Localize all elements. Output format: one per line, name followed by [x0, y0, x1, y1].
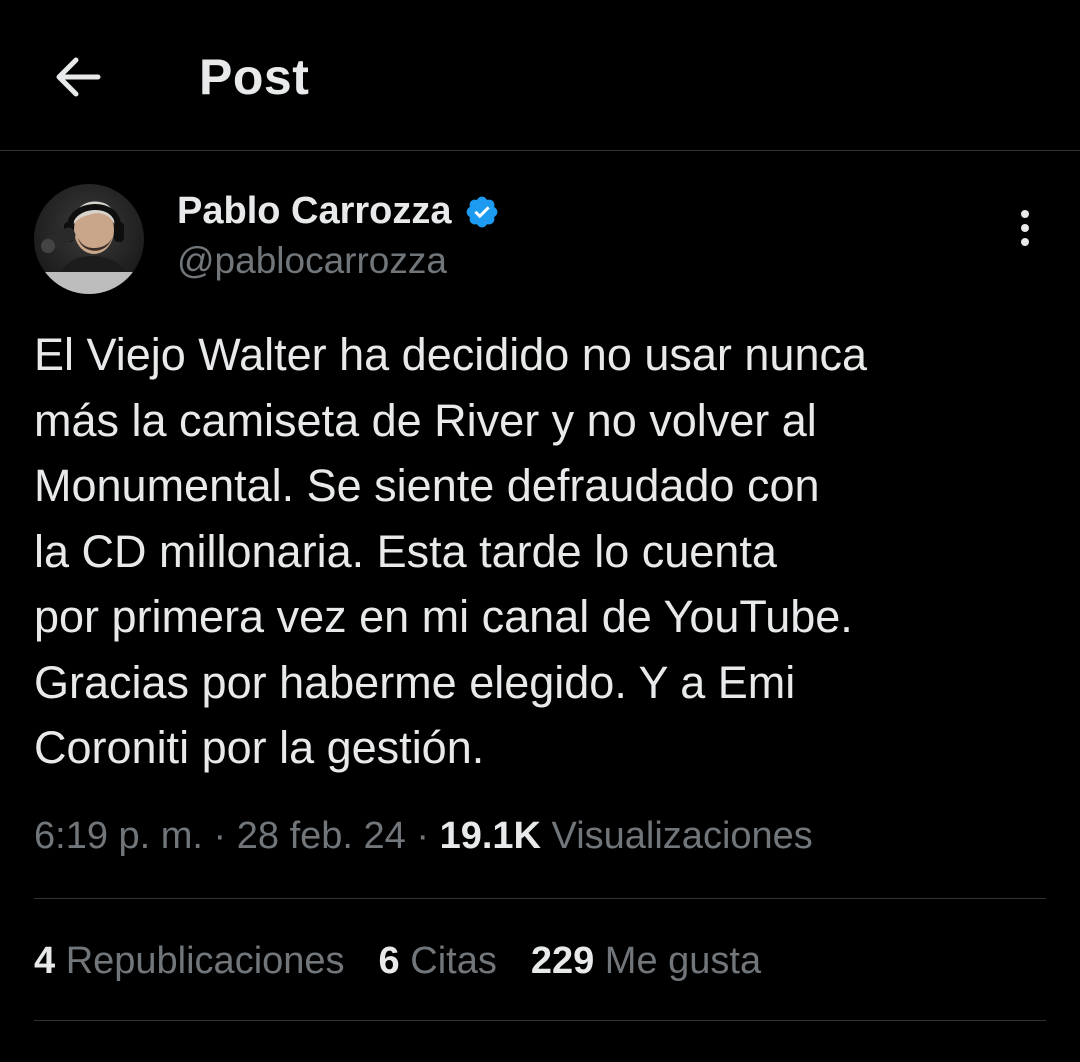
post-time[interactable]: 6:19 p. m.	[34, 815, 203, 857]
quotes-stat[interactable]: 6 Citas	[379, 940, 497, 983]
quotes-label: Citas	[399, 940, 497, 982]
quotes-count: 6	[378, 940, 400, 982]
arrow-left-icon	[56, 57, 101, 97]
back-button[interactable]	[44, 44, 110, 110]
top-bar: Post	[0, 0, 1080, 151]
more-options-button[interactable]	[1000, 200, 1050, 256]
likes-count: 229	[530, 940, 595, 982]
views-label[interactable]: Visualizaciones	[541, 815, 813, 857]
reposts-count: 4	[34, 940, 56, 982]
meta-separator: ·	[202, 815, 237, 857]
post-text-line: por primera vez en mi canal de YouTube.	[34, 591, 853, 642]
post-text-line: Monumental. Se siente defraudado con	[34, 460, 820, 511]
views-count[interactable]: 19.1K	[440, 815, 541, 857]
post-text: El Viejo Walter ha decidido no usar nunc…	[34, 322, 1044, 781]
engagement-stats: 4 Republicaciones 6 Citas 229 Me gusta	[34, 940, 795, 983]
likes-label: Me gusta	[594, 940, 762, 982]
page-title: Post	[199, 49, 310, 105]
meta-separator: ·	[405, 815, 440, 857]
post-date[interactable]: 28 feb. 24	[237, 815, 406, 857]
post-text-line: Gracias por haberme elegido. Y a Emi	[34, 656, 796, 708]
author-handle[interactable]: @pablocarrozza	[177, 240, 447, 282]
avatar[interactable]	[34, 184, 144, 294]
author-name-row[interactable]: Pablo Carrozza	[177, 190, 500, 233]
divider	[34, 898, 1046, 899]
post-text-line: El Viejo Walter ha decidido no usar nunc…	[34, 329, 868, 380]
author-name[interactable]: Pablo Carrozza	[177, 190, 452, 233]
more-vertical-icon	[1021, 210, 1029, 246]
verified-badge-icon	[464, 194, 500, 230]
reposts-label: Republicaciones	[55, 940, 345, 982]
post-text-line: más la camiseta de River y no volver al	[34, 394, 817, 446]
post-text-line: la CD millonaria. Esta tarde lo cuenta	[34, 525, 777, 577]
reposts-stat[interactable]: 4 Republicaciones	[34, 940, 345, 983]
post-meta: 6:19 p. m. · 28 feb. 24 · 19.1K Visualiz…	[34, 815, 813, 858]
likes-stat[interactable]: 229 Me gusta	[531, 940, 761, 983]
divider	[34, 1020, 1046, 1021]
post-text-line: Coroniti por la gestión.	[34, 722, 485, 773]
